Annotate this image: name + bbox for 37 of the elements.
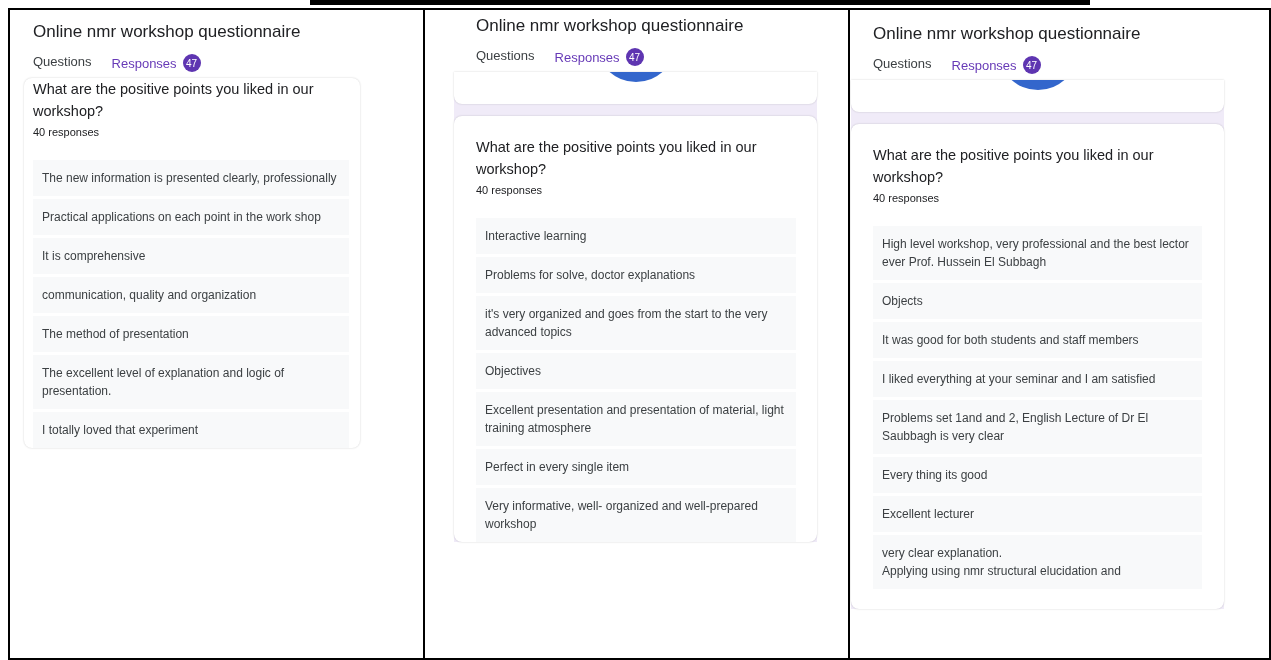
question-text: What are the positive points you liked in our workshop? xyxy=(476,138,758,179)
tab[interactable]: Questions xyxy=(873,56,932,80)
response-item: Excellent lecturer xyxy=(873,496,1202,532)
response-item: It is comprehensive xyxy=(33,238,349,274)
response-item: Excellent presentation and presentation of material, light training atmosphere xyxy=(476,392,796,446)
tab[interactable]: Questions xyxy=(33,54,92,78)
count-badge: 47 xyxy=(1022,56,1041,74)
response-item: Objectives xyxy=(476,353,796,389)
response-item: Perfect in every single item xyxy=(476,449,796,485)
response-item: Problems for solve, doctor explanations xyxy=(476,257,796,293)
response-count: 40 responses xyxy=(476,184,544,196)
response-item: Every thing its good xyxy=(873,457,1202,493)
response-item: High level workshop, very professional and the best lector ever Prof. Hussein El Subbagh xyxy=(873,226,1202,280)
response-item: Interactive learning xyxy=(476,218,796,254)
response-item: I totally loved that experiment xyxy=(33,412,349,448)
response-item: The method of presentation xyxy=(33,316,349,352)
response-item: Objects xyxy=(873,283,1202,319)
form-title: Online nmr workshop questionnaire xyxy=(32,22,302,42)
form-title: Online nmr workshop questionnaire xyxy=(475,16,745,36)
response-item: it's very organized and goes from the start to the very advanced topics xyxy=(476,296,796,350)
count-badge: 47 xyxy=(625,48,644,66)
response-item: The new information is presented clearly, professionally xyxy=(33,160,349,196)
response-item: Very informative, well- organized and well-prepared workshop xyxy=(476,488,796,542)
response-item: very clear explanation. Applying using nmr structural elucidation and xyxy=(873,535,1202,589)
response-item: Problems set 1and and 2, English Lecture of Dr El Saubbagh is very clear xyxy=(873,400,1202,454)
response-item: It was good for both students and staff members xyxy=(873,322,1202,358)
response-item: communication, quality and organization xyxy=(33,277,349,313)
form-title: Online nmr workshop questionnaire xyxy=(872,24,1142,44)
response-item: The excellent level of explanation and logic of presentation. xyxy=(33,355,349,409)
tab[interactable]: Questions xyxy=(476,48,535,72)
question-text: What are the positive points you liked in our workshop? xyxy=(33,80,315,121)
response-count: 40 responses xyxy=(33,126,101,138)
count-badge: 47 xyxy=(182,54,201,72)
question-text: What are the positive points you liked in our workshop? xyxy=(873,146,1155,187)
response-item: I liked everything at your seminar and I am satisfied xyxy=(873,361,1202,397)
response-item: Practical applications on each point in the work shop xyxy=(33,199,349,235)
response-count: 40 responses xyxy=(873,192,941,204)
